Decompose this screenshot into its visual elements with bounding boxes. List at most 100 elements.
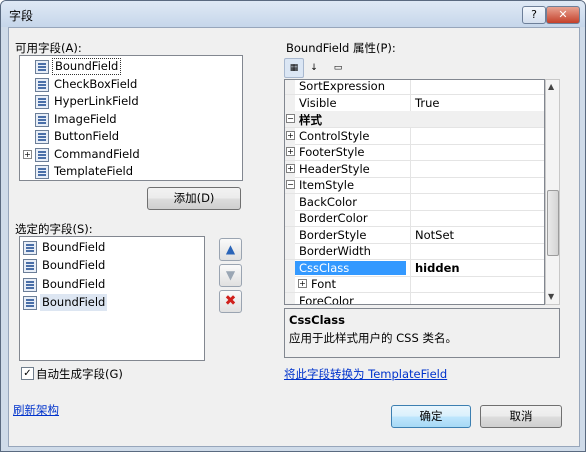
arrow-down-icon: ▼ [225, 268, 236, 282]
row-gutter [285, 193, 295, 210]
column-divider [410, 144, 411, 160]
available-field-item[interactable]: + CommandField [20, 146, 240, 163]
available-field-item[interactable]: TemplateField [20, 163, 240, 180]
selected-field-item[interactable]: BoundField [20, 239, 202, 256]
alphabetical-sort-icon[interactable]: ↓ [304, 58, 324, 78]
expand-icon[interactable]: − [286, 180, 295, 189]
row-gutter [285, 259, 295, 276]
column-divider [410, 127, 411, 144]
property-name: FooterStyle [299, 145, 365, 159]
selected-field-item[interactable]: BoundField [20, 257, 202, 274]
help-button[interactable]: ? [522, 6, 546, 24]
description-title: CssClass [289, 313, 345, 327]
property-row[interactable]: + HeaderStyle [285, 160, 544, 178]
bound-field-icon [23, 295, 37, 310]
expand-icon[interactable]: − [286, 114, 295, 123]
column-divider [410, 177, 411, 193]
property-row[interactable]: + FooterStyle [285, 144, 544, 161]
available-field-label: BoundField [52, 58, 122, 75]
property-row[interactable]: + ControlStyle [285, 127, 544, 145]
template-field-icon [35, 165, 49, 179]
selected-field-label: BoundField [42, 240, 106, 254]
move-down-button[interactable]: ▼ [219, 264, 242, 287]
command-field-icon [35, 147, 49, 162]
title-bar: 字段 ? ✕ [1, 1, 585, 27]
ok-button[interactable]: 确定 [391, 405, 471, 428]
property-name: Visible [299, 95, 337, 110]
property-value[interactable]: NotSet [415, 228, 454, 242]
selected-field-label: BoundField [42, 276, 106, 291]
property-row[interactable]: + Font [285, 276, 544, 293]
close-button[interactable]: ✕ [546, 6, 580, 24]
expand-icon[interactable]: + [286, 130, 295, 140]
scroll-thumb[interactable] [547, 190, 559, 256]
property-name: ForeColor [299, 293, 354, 305]
column-divider [410, 243, 411, 259]
property-row[interactable]: BackColor [285, 193, 544, 211]
delete-field-button[interactable]: ✖ [219, 290, 242, 313]
property-name: CssClass [295, 260, 406, 275]
property-row[interactable]: BorderStyle NotSet [285, 226, 544, 244]
column-divider [410, 226, 411, 243]
available-fields-tree[interactable]: BoundField CheckBoxField HyperLinkField Ima… [19, 55, 243, 181]
property-row[interactable]: − ItemStyle [285, 177, 544, 194]
fields-dialog: 字段 ? ✕ 可用字段(A): BoundField CheckBoxField H… [0, 0, 586, 452]
row-gutter [285, 243, 295, 259]
property-name: BorderWidth [299, 244, 371, 258]
window-title: 字段 [9, 9, 34, 23]
available-field-item[interactable]: HyperLinkField [20, 93, 240, 110]
property-name: HeaderStyle [299, 161, 370, 176]
expand-icon[interactable]: + [23, 149, 32, 159]
property-name: BorderColor [299, 211, 368, 225]
available-field-item[interactable]: CheckBoxField [20, 76, 240, 93]
row-gutter [285, 292, 295, 304]
convert-to-template-link[interactable]: 将此字段转换为 TemplateField [284, 366, 447, 382]
add-button[interactable]: 添加(D) [147, 187, 241, 210]
property-row[interactable]: ForeColor [285, 292, 544, 305]
expand-icon[interactable]: + [298, 279, 307, 288]
move-up-button[interactable]: ▲ [219, 238, 242, 261]
property-toolbar: ▦ ↓ ▭ [284, 58, 344, 78]
property-name: Font [311, 277, 337, 291]
property-row[interactable]: BorderColor [285, 210, 544, 227]
property-value[interactable]: hidden [415, 261, 460, 275]
selected-fields-list[interactable]: BoundField BoundField BoundField BoundField [19, 236, 205, 361]
row-gutter [285, 94, 295, 111]
property-category-row[interactable]: − 样式 [285, 111, 544, 128]
expand-icon[interactable]: + [286, 163, 295, 173]
checkbox-field-icon [35, 77, 49, 92]
column-divider [410, 160, 411, 177]
selected-field-label: BoundField [40, 293, 108, 311]
hyperlink-field-icon [35, 95, 49, 109]
property-name: SortExpression [299, 79, 385, 93]
auto-generate-checkbox[interactable]: ✓ [21, 367, 34, 380]
available-field-label: CommandField [54, 146, 140, 161]
property-row[interactable]: SortExpression [285, 79, 544, 95]
scroll-down-icon[interactable]: ▼ [548, 292, 554, 301]
property-grid-scrollbar[interactable]: ▲ ▼ [545, 79, 560, 305]
refresh-schema-link[interactable]: 刷新架构 [13, 402, 59, 418]
selected-field-item[interactable]: BoundField [20, 276, 202, 293]
property-row[interactable]: CssClass hidden [285, 259, 544, 277]
column-divider [410, 210, 411, 226]
button-field-icon [35, 130, 49, 144]
row-gutter [285, 276, 295, 292]
cancel-button[interactable]: 取消 [480, 405, 562, 428]
column-divider [410, 259, 411, 276]
property-grid[interactable]: SortExpression Visible True − 样式 + ControlStyl… [284, 79, 545, 305]
property-value[interactable]: True [415, 96, 439, 110]
property-pages-icon[interactable]: ▭ [328, 58, 348, 78]
arrow-up-icon: ▲ [225, 242, 236, 256]
property-description-panel: CssClass 应用于此样式用户的 CSS 类名。 [284, 308, 560, 358]
property-row[interactable]: BorderWidth [285, 243, 544, 260]
bound-field-icon [23, 259, 37, 274]
scroll-up-icon[interactable]: ▲ [548, 82, 554, 91]
expand-icon[interactable]: + [286, 147, 295, 156]
selected-field-item[interactable]: BoundField [20, 293, 202, 311]
categorized-view-icon[interactable]: ▦ [284, 58, 304, 78]
available-field-item[interactable]: ButtonField [20, 128, 240, 145]
available-field-item[interactable]: BoundField [20, 58, 240, 75]
available-field-item[interactable]: ImageField [20, 111, 240, 128]
property-row[interactable]: Visible True [285, 94, 544, 112]
column-divider [410, 276, 411, 292]
